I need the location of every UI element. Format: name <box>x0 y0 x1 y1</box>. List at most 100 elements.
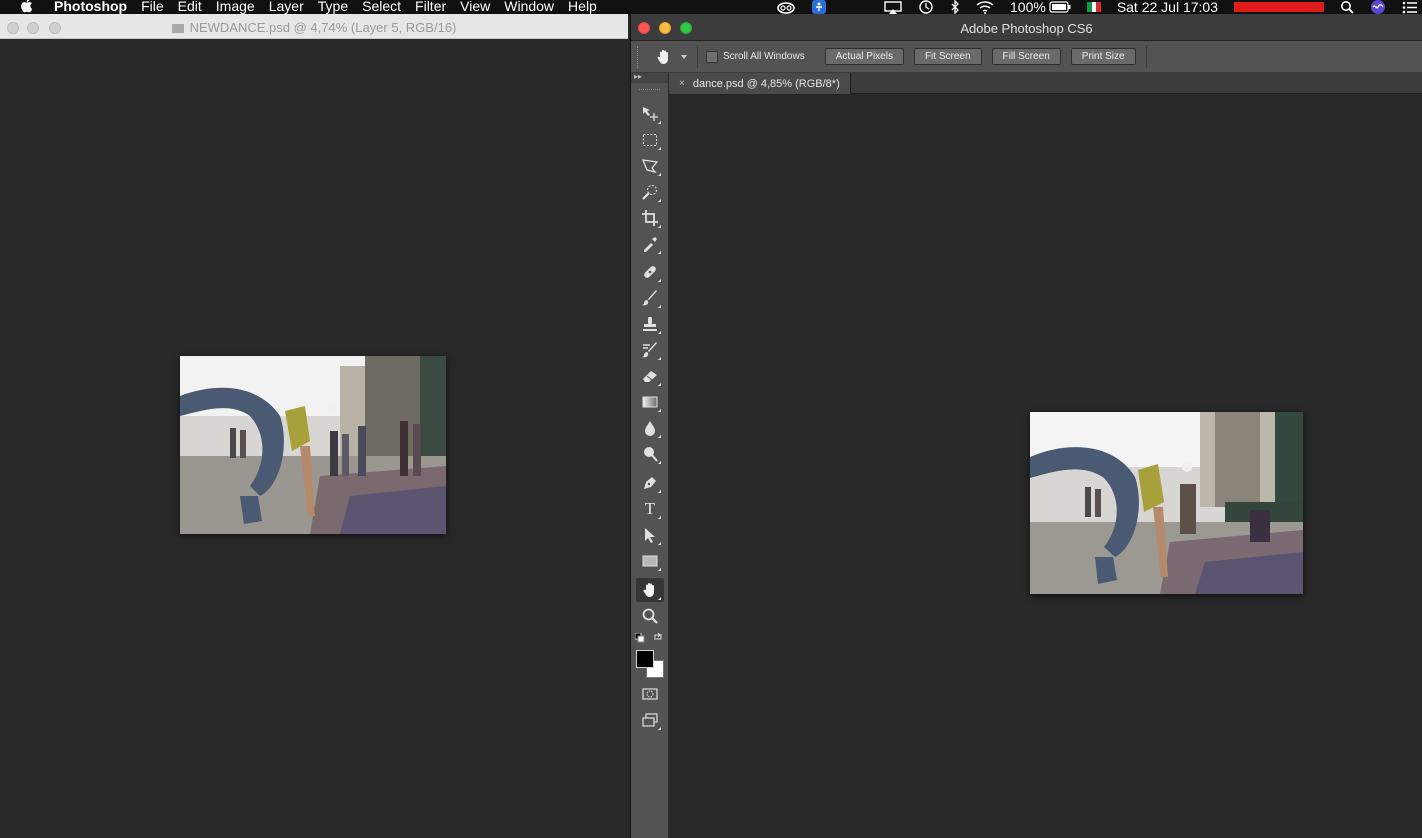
newdance-document-window: NEWDANCE.psd @ 4,74% (Layer 5, RGB/16) <box>0 14 628 838</box>
actual-pixels-button[interactable]: Actual Pixels <box>824 48 904 65</box>
dodge-icon <box>644 447 658 462</box>
eraser-tool[interactable] <box>636 364 664 388</box>
photoshop-app-window: Adobe Photoshop CS6 Scroll All Windows A… <box>630 14 1422 838</box>
eraser-icon <box>643 371 657 382</box>
dance-canvas-image[interactable] <box>1030 412 1303 594</box>
foreground-color-swatch[interactable] <box>636 650 654 668</box>
blur-tool[interactable] <box>636 416 664 440</box>
magnifier-icon <box>642 608 658 624</box>
left-window-titlebar[interactable]: NEWDANCE.psd @ 4,74% (Layer 5, RGB/16) <box>0 14 628 39</box>
rectangle-icon <box>642 555 658 567</box>
menu-select[interactable]: Select <box>355 0 408 14</box>
breakdancer-photo-left <box>180 356 446 534</box>
options-bar-grip[interactable] <box>637 45 641 68</box>
zoom-tool[interactable] <box>636 604 664 628</box>
hand-tool-preset-icon <box>657 49 668 64</box>
path-selection-tool[interactable] <box>636 523 664 547</box>
tab-dance-psd[interactable]: × dance.psd @ 4,85% (RGB/8*) <box>669 73 851 94</box>
menu-view[interactable]: View <box>453 0 497 14</box>
newdance-canvas-image[interactable] <box>180 356 446 534</box>
crop-tool[interactable] <box>636 206 664 230</box>
pen-tool[interactable] <box>636 471 664 495</box>
menu-bar: Photoshop File Edit Image Layer Type Sel… <box>0 0 1422 14</box>
creative-cloud-icon[interactable] <box>776 1 796 14</box>
menu-help[interactable]: Help <box>561 0 604 14</box>
scroll-all-windows-checkbox[interactable]: Scroll All Windows <box>706 50 805 63</box>
history-brush-tool[interactable] <box>636 338 664 362</box>
clone-stamp-tool[interactable] <box>636 312 664 336</box>
quick-selection-tool[interactable] <box>636 180 664 204</box>
arrow-pointer-icon <box>645 528 655 543</box>
screen-mode-icon <box>642 713 658 727</box>
polygonal-lasso-icon <box>641 159 659 174</box>
spotlight-search-icon[interactable] <box>1340 0 1354 14</box>
menu-image[interactable]: Image <box>209 0 262 14</box>
menu-layer[interactable]: Layer <box>262 0 311 14</box>
scroll-all-windows-label: Scroll All Windows <box>723 51 805 62</box>
checkbox-box[interactable] <box>706 50 718 63</box>
document-icon <box>171 24 184 33</box>
eyedropper-icon <box>644 237 657 252</box>
left-window-title: NEWDANCE.psd @ 4,74% (Layer 5, RGB/16) <box>189 20 457 35</box>
default-colors-icon[interactable] <box>635 633 645 643</box>
notification-badge <box>1234 2 1324 12</box>
gradient-icon <box>642 396 658 408</box>
type-tool[interactable]: T <box>636 497 664 521</box>
brush-tool[interactable] <box>636 286 664 310</box>
screen-mode-toggle[interactable] <box>636 708 664 732</box>
options-divider <box>697 45 698 68</box>
dodge-tool[interactable] <box>636 442 664 466</box>
fit-screen-button[interactable]: Fit Screen <box>913 48 982 65</box>
bluetooth-icon[interactable] <box>950 0 960 14</box>
document-tab-bar: × dance.psd @ 4,85% (RGB/8*) <box>669 73 1422 94</box>
battery-percent[interactable]: 100% <box>1010 0 1046 14</box>
accessibility-icon[interactable] <box>812 0 826 14</box>
tab-label: dance.psd @ 4,85% (RGB/8*) <box>692 77 840 90</box>
tool-preset-picker[interactable] <box>655 48 687 66</box>
fill-screen-button[interactable]: Fill Screen <box>991 48 1061 65</box>
time-machine-icon[interactable] <box>918 0 934 14</box>
wifi-icon[interactable] <box>976 0 994 14</box>
tools-panel-grip[interactable] <box>639 89 660 95</box>
hand-icon <box>643 583 654 597</box>
marquee-tool[interactable] <box>636 128 664 152</box>
quick-mask-toggle[interactable] <box>636 682 664 706</box>
breakdancer-photo-right <box>1030 412 1303 594</box>
siri-icon[interactable] <box>1370 0 1386 15</box>
menu-window[interactable]: Window <box>497 0 561 14</box>
quick-selection-icon <box>642 185 657 200</box>
options-divider-end <box>1145 45 1147 68</box>
tools-panel: ▸▸ T <box>631 72 669 838</box>
drop-icon <box>645 421 655 436</box>
tools-panel-header[interactable]: ▸▸ <box>631 72 668 83</box>
tab-close-icon[interactable]: × <box>679 74 685 94</box>
apple-menu-icon[interactable] <box>20 0 34 13</box>
move-icon <box>643 107 658 121</box>
rectangle-tool[interactable] <box>636 549 664 573</box>
stamp-icon <box>643 317 657 331</box>
input-source-flag-icon[interactable] <box>1086 2 1101 12</box>
right-window-titlebar[interactable]: Adobe Photoshop CS6 <box>631 14 1422 41</box>
swap-colors-icon[interactable] <box>653 632 663 642</box>
notification-center-icon[interactable] <box>1402 1 1418 14</box>
menu-app-name[interactable]: Photoshop <box>47 0 134 14</box>
healing-brush-tool[interactable] <box>636 260 664 284</box>
lasso-tool[interactable] <box>636 154 664 178</box>
print-size-button[interactable]: Print Size <box>1070 48 1136 65</box>
move-tool[interactable] <box>636 102 664 126</box>
battery-icon[interactable] <box>1049 1 1071 13</box>
rectangular-marquee-icon <box>643 134 657 146</box>
menu-filter[interactable]: Filter <box>408 0 453 14</box>
options-bar: Scroll All Windows Actual Pixels Fit Scr… <box>631 41 1422 73</box>
airplay-icon[interactable] <box>884 0 902 14</box>
hand-tool[interactable] <box>636 578 664 602</box>
status-menus: 100% Sat 22 Jul 17:03 <box>768 0 1422 14</box>
eyedropper-tool[interactable] <box>636 232 664 256</box>
collapse-panel-icon[interactable]: ▸▸ <box>634 72 642 81</box>
type-icon: T <box>644 499 656 518</box>
menu-file[interactable]: File <box>134 0 171 14</box>
clock[interactable]: Sat 22 Jul 17:03 <box>1117 0 1218 14</box>
menu-edit[interactable]: Edit <box>171 0 209 14</box>
menu-type[interactable]: Type <box>311 0 355 14</box>
gradient-tool[interactable] <box>636 390 664 414</box>
